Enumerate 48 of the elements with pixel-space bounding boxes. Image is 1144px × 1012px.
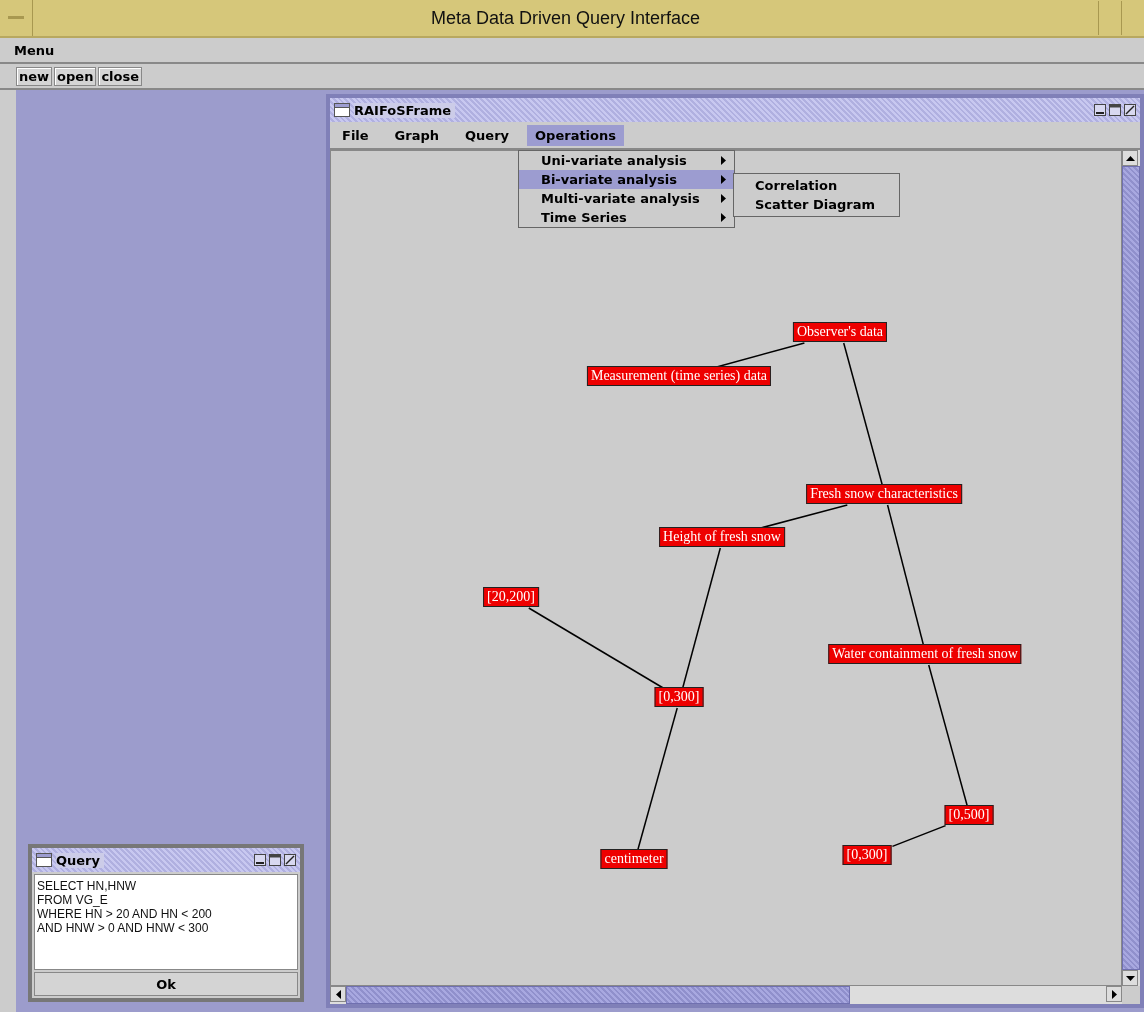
submenu-arrow-icon [721,175,726,184]
query-text-area[interactable]: SELECT HN,HNW FROM VG_E WHERE HN > 20 AND HN < 200 AND HNW > 0 AND HNW < 300 [34,874,298,970]
menu-item[interactable]: Menu [6,42,69,58]
scroll-up-icon[interactable] [1125,155,1135,161]
menu-item[interactable]: Uni-variate analysis [519,151,734,170]
graph-node[interactable]: Observer's data [792,322,888,342]
frame-title: Query [56,852,104,868]
scroll-down-icon[interactable] [1125,975,1135,981]
window-icon [36,853,52,867]
menu-item[interactable]: Bi-variate analysis [519,170,734,189]
maximize-icon[interactable] [1109,104,1121,116]
graph-node[interactable]: Height of fresh snow [659,527,785,547]
graph-node[interactable]: [20,200] [483,587,539,607]
submenu-arrow-icon [721,156,726,165]
window-icon [334,103,350,117]
menu-item[interactable]: Operations [527,124,624,146]
menu-item[interactable]: File [334,124,377,146]
graph-node[interactable]: Water containment of fresh snow [828,644,1022,664]
graph-node[interactable]: [0,300] [842,845,892,865]
menu-item[interactable]: Time Series [519,208,734,227]
toolbar-button[interactable]: new [16,66,53,86]
submenu-arrow-icon [721,213,726,222]
menu-item[interactable]: Scatter Diagram [734,195,899,214]
toolbar-button[interactable]: open [54,66,97,86]
close-icon[interactable] [284,854,296,866]
scroll-left-icon[interactable] [335,989,341,999]
frame-title: RAIFoSFrame [354,102,456,118]
menu-item[interactable]: Query [457,124,518,146]
window-title: Meta Data Driven Query Interface [429,7,702,29]
graph-node[interactable]: centimeter [600,849,668,869]
toolbar-button[interactable]: close [98,66,143,86]
close-icon[interactable] [1124,104,1136,116]
menu-item[interactable]: Graph [386,124,448,146]
submenu-arrow-icon [721,194,726,203]
menu-item[interactable]: Multi-variate analysis [519,189,734,208]
graph-node[interactable]: Fresh snow characteristics [806,484,962,504]
maximize-icon[interactable] [269,854,281,866]
graph-node[interactable]: [0,300] [654,687,704,707]
menu-item[interactable]: Correlation [734,176,899,195]
scrollbar-thumb[interactable] [1122,166,1140,970]
scrollbar-thumb[interactable] [346,986,850,1004]
scroll-right-icon[interactable] [1111,989,1117,999]
edge-line [891,824,947,848]
graph-node[interactable]: Measurement (time series) data [586,366,772,386]
ok-button[interactable]: Ok [34,972,298,996]
graph-node[interactable]: [0,500] [944,805,994,825]
minimize-icon[interactable] [1094,104,1106,116]
minimize-icon[interactable] [254,854,266,866]
